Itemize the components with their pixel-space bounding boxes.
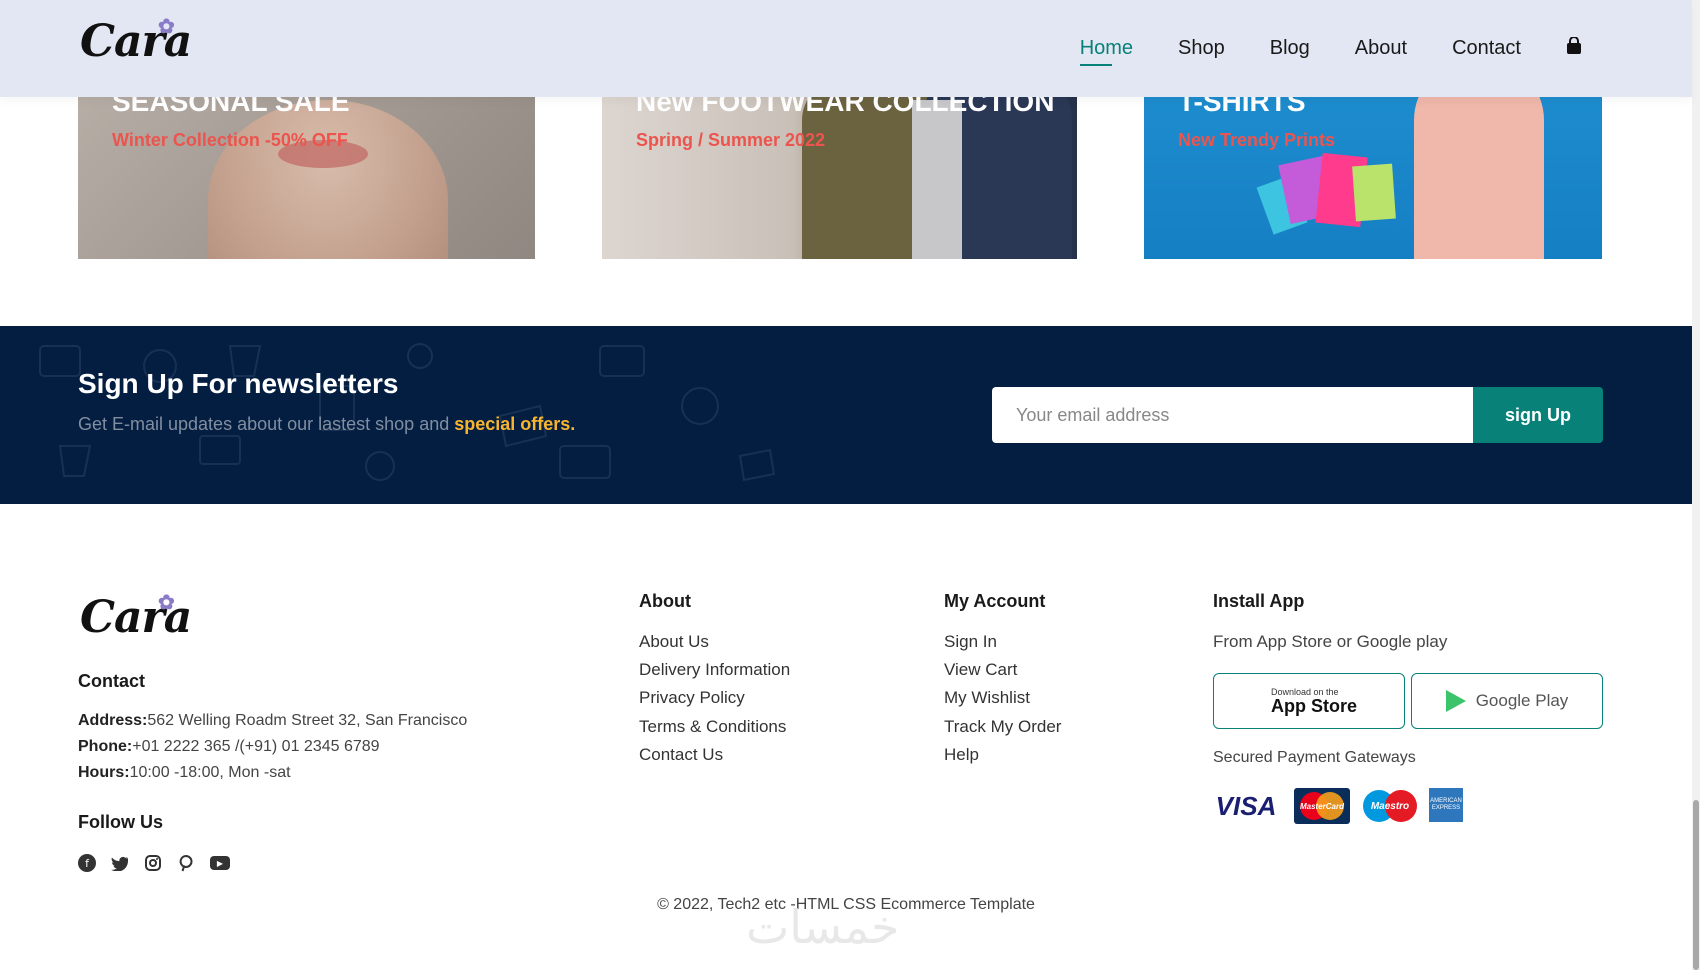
app-store-label: Download on the App Store — [1271, 687, 1357, 715]
logo-text: Cara — [80, 16, 192, 67]
newsletter-highlight: special offers. — [454, 414, 576, 434]
account-heading: My Account — [944, 591, 1046, 611]
footer-link-about-us[interactable]: About Us — [639, 632, 709, 652]
site-header: Cara ✿ Home Shop Blog About Contact — [0, 0, 1692, 97]
newsletter-form: sign Up — [992, 387, 1603, 443]
shopping-bag-image — [1352, 163, 1396, 222]
lavender-icon: ✿ — [158, 590, 175, 614]
newsletter-text: Get E-mail updates about our lastest sho… — [78, 414, 575, 435]
footer-link-view-cart[interactable]: View Cart — [944, 660, 1017, 680]
social-links: f ▶ — [78, 854, 245, 872]
footer-link-privacy[interactable]: Privacy Policy — [639, 688, 745, 708]
footer-logo[interactable]: Cara ✿ — [80, 590, 192, 643]
newsletter-description: Get E-mail updates about our lastest sho… — [78, 414, 450, 434]
page-scrollbar[interactable] — [1692, 0, 1700, 970]
maestro-text: Maestro — [1370, 800, 1410, 812]
nav-contact[interactable]: Contact — [1452, 37, 1521, 60]
about-heading: About — [639, 591, 691, 611]
site-logo[interactable]: Cara ✿ — [80, 14, 192, 67]
hours-value: 10:00 -18:00, Mon -sat — [129, 764, 291, 781]
newsletter-title: Sign Up For newsletters — [78, 368, 399, 399]
contact-heading: Contact — [78, 671, 145, 691]
amex-logo: AMERICAN EXPRESS — [1429, 788, 1463, 822]
google-play-label: Google Play — [1475, 691, 1569, 710]
app-store-button[interactable]: Download on the App Store — [1213, 673, 1405, 729]
footer-link-delivery[interactable]: Delivery Information — [639, 660, 790, 680]
phone-value: +01 2222 365 /(+91) 01 2345 6789 — [132, 738, 380, 755]
nav-shop[interactable]: Shop — [1178, 37, 1225, 60]
mastercard-text: MasterCard — [1299, 801, 1344, 811]
install-app-heading: Install App — [1213, 591, 1305, 611]
shopping-bag-icon[interactable] — [1566, 36, 1582, 60]
footer-link-terms[interactable]: Terms & Conditions — [639, 717, 786, 737]
instagram-icon[interactable] — [144, 854, 162, 872]
newsletter-section: Sign Up For newsletters Get E-mail updat… — [0, 326, 1692, 504]
phone-label: Phone: — [78, 738, 133, 755]
logo-text: Cara — [80, 592, 192, 643]
visa-logo: VISA — [1215, 790, 1277, 821]
banner-subtitle: New Trendy Prints — [1178, 130, 1336, 150]
address-label: Address: — [78, 712, 148, 729]
main-nav: Home Shop Blog About Contact — [1035, 0, 1582, 97]
install-app-text: From App Store or Google play — [1213, 632, 1448, 651]
twitter-icon[interactable] — [111, 854, 129, 872]
banner-image — [208, 100, 448, 259]
footer-link-track-order[interactable]: Track My Order — [944, 717, 1061, 737]
youtube-icon[interactable]: ▶ — [210, 856, 230, 870]
pinterest-icon[interactable] — [177, 854, 195, 872]
facebook-icon[interactable]: f — [78, 854, 96, 872]
address-value: 562 Welling Roadm Street 32, San Francis… — [147, 712, 468, 729]
banner-image-detail — [912, 100, 962, 259]
footer-link-contact-us[interactable]: Contact Us — [639, 745, 723, 765]
app-store-big-text: App Store — [1270, 696, 1357, 716]
footer-link-sign-in[interactable]: Sign In — [944, 632, 997, 652]
mastercard-logo: MasterCard — [1294, 788, 1350, 824]
payment-gateways-label: Secured Payment Gateways — [1213, 749, 1416, 766]
contact-hours: Hours:10:00 -18:00, Mon -sat — [78, 764, 291, 782]
google-play-icon — [1445, 690, 1466, 712]
google-play-button[interactable]: Google Play — [1411, 673, 1603, 729]
follow-heading: Follow Us — [78, 812, 163, 832]
nav-home[interactable]: Home — [1079, 37, 1133, 66]
amex-text: AMERICAN EXPRESS — [1430, 798, 1462, 811]
nav-blog[interactable]: Blog — [1270, 37, 1310, 60]
page: SEASONAL SALE Winter Collection -50% OFF… — [0, 0, 1692, 970]
banner-subtitle: Spring / Summer 2022 — [636, 130, 826, 150]
lavender-icon: ✿ — [158, 14, 175, 38]
hours-label: Hours: — [78, 764, 130, 781]
nav-about[interactable]: About — [1355, 37, 1407, 60]
scrollbar-thumb[interactable] — [1693, 800, 1699, 970]
banner-subtitle: Winter Collection -50% OFF — [112, 130, 348, 150]
footer-link-wishlist[interactable]: My Wishlist — [944, 688, 1030, 708]
email-input[interactable] — [992, 387, 1473, 443]
maestro-logo: Maestro — [1361, 788, 1419, 824]
footer-link-help[interactable]: Help — [944, 745, 979, 765]
contact-address: Address:562 Welling Roadm Street 32, San… — [78, 712, 467, 730]
contact-phone: Phone:+01 2222 365 /(+91) 01 2345 6789 — [78, 738, 380, 756]
sign-up-button[interactable]: sign Up — [1473, 387, 1603, 443]
watermark-logo: خمسات — [746, 900, 900, 954]
